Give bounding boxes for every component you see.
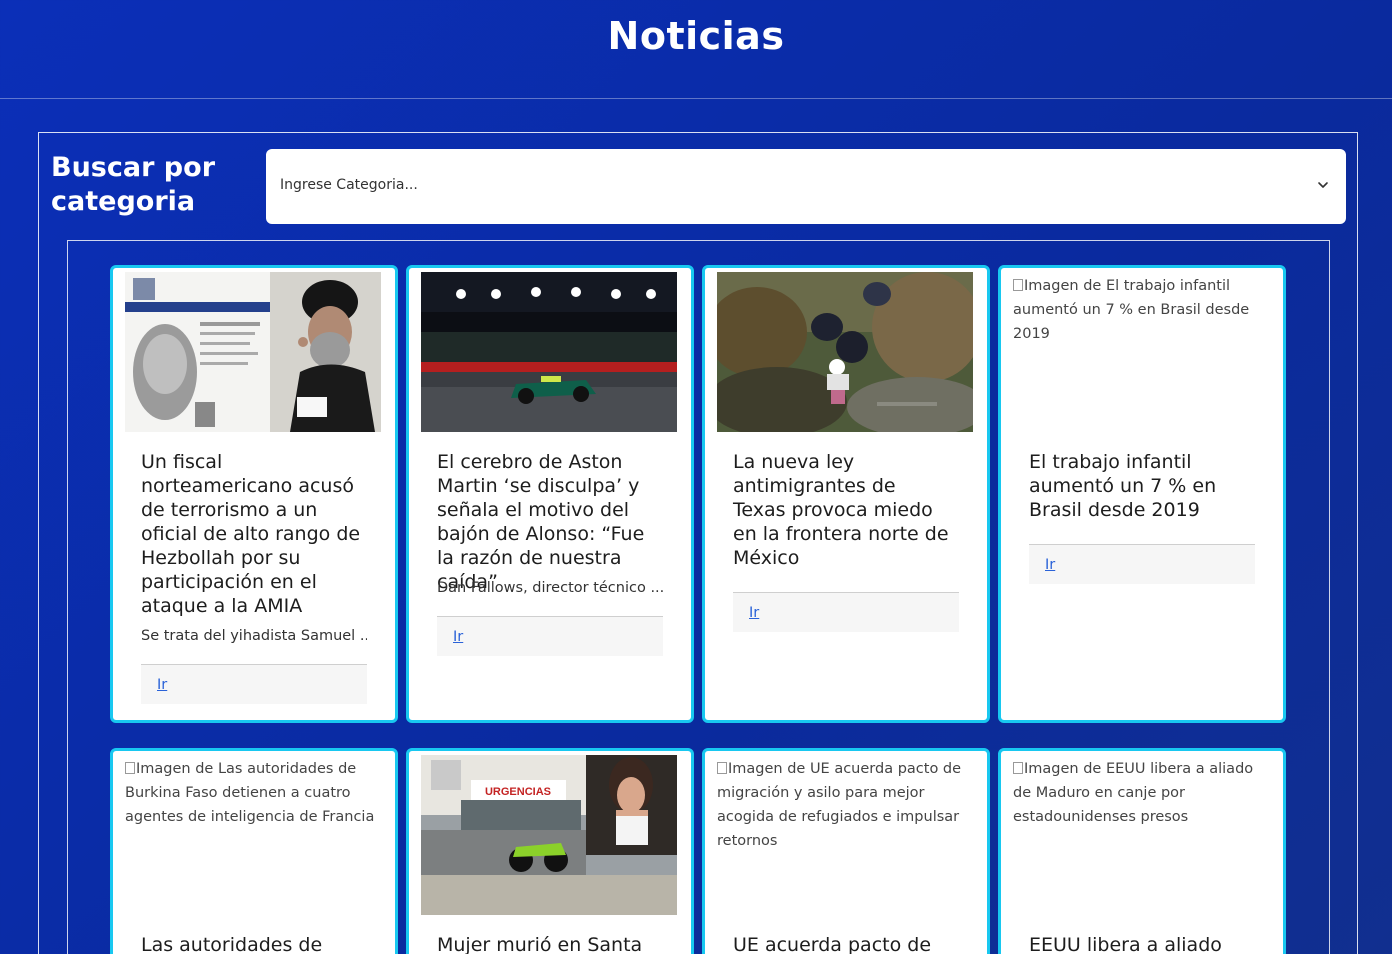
- news-card: Imagen de Las autoridades de Burkina Fas…: [110, 748, 398, 954]
- news-image: Imagen de EEUU libera a aliado de Maduro…: [1013, 757, 1269, 829]
- chevron-down-icon: [1318, 182, 1328, 188]
- category-select[interactable]: Ingrese Categoria...: [266, 149, 1346, 224]
- news-image: Imagen de El trabajo infantil aumentó un…: [1013, 274, 1269, 346]
- news-card: Imagen de El trabajo infantil aumentó un…: [998, 265, 1286, 723]
- news-title: El cerebro de Aston Martin ‘se disculpa’…: [437, 451, 645, 593]
- broken-image-icon: [1013, 279, 1023, 291]
- news-card: La nueva ley antimigrantes de Texas prov…: [702, 265, 990, 723]
- broken-image-icon: [125, 762, 135, 774]
- news-summary: Dan Fallows, director técnico ...: [437, 580, 663, 596]
- image-alt-text: Imagen de El trabajo infantil aumentó un…: [1013, 278, 1250, 342]
- page-title: Noticias: [607, 14, 785, 58]
- news-image: [125, 272, 381, 432]
- news-image: URGENCIAS: [421, 755, 677, 915]
- news-title: Las autoridades de: [141, 934, 323, 954]
- news-title: El trabajo infantil aumentó un 7 % en Br…: [1029, 451, 1217, 521]
- read-more-link[interactable]: Ir: [1045, 557, 1055, 573]
- broken-image-icon: [717, 762, 727, 774]
- card-footer: Ir: [141, 664, 367, 704]
- read-more-link[interactable]: Ir: [157, 677, 167, 693]
- news-summary: Se trata del yihadista Samuel ...: [141, 628, 367, 644]
- news-title: Un fiscal norteamericano acusó de terror…: [141, 451, 361, 617]
- news-grid: Un fiscal norteamericano acusó de terror…: [67, 240, 1330, 954]
- card-footer: Ir: [437, 616, 663, 656]
- search-label: Buscar por categoria: [51, 152, 216, 217]
- image-alt-text: Imagen de Las autoridades de Burkina Fas…: [125, 761, 375, 825]
- news-card: URGENCIAS Mujer murió en Santa: [406, 748, 694, 954]
- search-panel: Buscar por categoria Ingrese Categoria..…: [38, 132, 1358, 954]
- news-card: Imagen de UE acuerda pacto de migración …: [702, 748, 990, 954]
- page-header: Noticias: [0, 0, 1392, 99]
- card-footer: Ir: [1029, 544, 1255, 584]
- news-card: Un fiscal norteamericano acusó de terror…: [110, 265, 398, 723]
- news-image: Imagen de UE acuerda pacto de migración …: [717, 757, 973, 853]
- news-title: Mujer murió en Santa: [437, 934, 643, 954]
- image-alt-text: Imagen de UE acuerda pacto de migración …: [717, 761, 962, 849]
- read-more-link[interactable]: Ir: [749, 605, 759, 621]
- news-card: El cerebro de Aston Martin ‘se disculpa’…: [406, 265, 694, 723]
- category-select-placeholder: Ingrese Categoria...: [280, 177, 418, 193]
- news-image: [421, 272, 677, 432]
- broken-image-icon: [1013, 762, 1023, 774]
- image-alt-text: Imagen de EEUU libera a aliado de Maduro…: [1013, 761, 1254, 825]
- svg-text:URGENCIAS: URGENCIAS: [485, 786, 551, 798]
- news-title: EEUU libera a aliado de: [1029, 934, 1222, 954]
- read-more-link[interactable]: Ir: [453, 629, 463, 645]
- news-title: UE acuerda pacto de: [733, 934, 932, 954]
- card-footer: Ir: [733, 592, 959, 632]
- news-image: [717, 272, 973, 432]
- news-image: Imagen de Las autoridades de Burkina Fas…: [125, 757, 381, 829]
- news-card: Imagen de EEUU libera a aliado de Maduro…: [998, 748, 1286, 954]
- news-title: La nueva ley antimigrantes de Texas prov…: [733, 451, 949, 569]
